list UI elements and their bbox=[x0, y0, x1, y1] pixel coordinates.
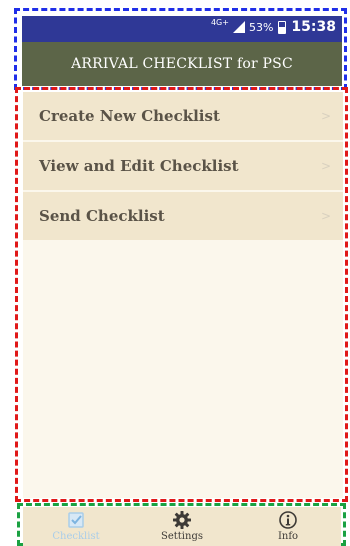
gear-icon bbox=[173, 511, 191, 529]
view-edit-checklist-item[interactable]: View and Edit Checklist > bbox=[23, 142, 343, 190]
signal-icon bbox=[232, 21, 245, 33]
tab-label: Info bbox=[277, 531, 299, 542]
battery-percent: 53% bbox=[248, 20, 274, 34]
page-title: ARRIVAL CHECKLIST for PSC bbox=[71, 56, 293, 72]
tab-label: Checklist bbox=[52, 531, 100, 542]
bottom-tab-bar: Checklist Settings Info bbox=[23, 507, 341, 546]
menu-item-label: Create New Checklist bbox=[39, 107, 220, 125]
chevron-right-icon: > bbox=[320, 109, 331, 123]
chevron-right-icon: > bbox=[320, 159, 331, 173]
menu-item-label: View and Edit Checklist bbox=[39, 157, 239, 175]
chevron-right-icon: > bbox=[320, 209, 331, 223]
info-icon bbox=[279, 511, 297, 529]
tab-info[interactable]: Info bbox=[243, 507, 333, 542]
tab-settings[interactable]: Settings bbox=[137, 507, 227, 542]
battery-icon bbox=[278, 20, 287, 34]
network-type: 4G+ bbox=[210, 17, 229, 27]
menu-item-label: Send Checklist bbox=[39, 207, 165, 225]
send-checklist-item[interactable]: Send Checklist > bbox=[23, 192, 343, 240]
status-bar: 4G+ 53% 15:38 bbox=[22, 16, 342, 42]
app-title-bar: ARRIVAL CHECKLIST for PSC bbox=[22, 42, 342, 86]
main-content: Create New Checklist > View and Edit Che… bbox=[23, 92, 343, 498]
tab-checklist[interactable]: Checklist bbox=[31, 507, 121, 542]
clock: 15:38 bbox=[291, 19, 336, 35]
tab-label: Settings bbox=[161, 531, 203, 542]
create-checklist-item[interactable]: Create New Checklist > bbox=[23, 92, 343, 140]
checkbox-icon bbox=[68, 512, 84, 528]
